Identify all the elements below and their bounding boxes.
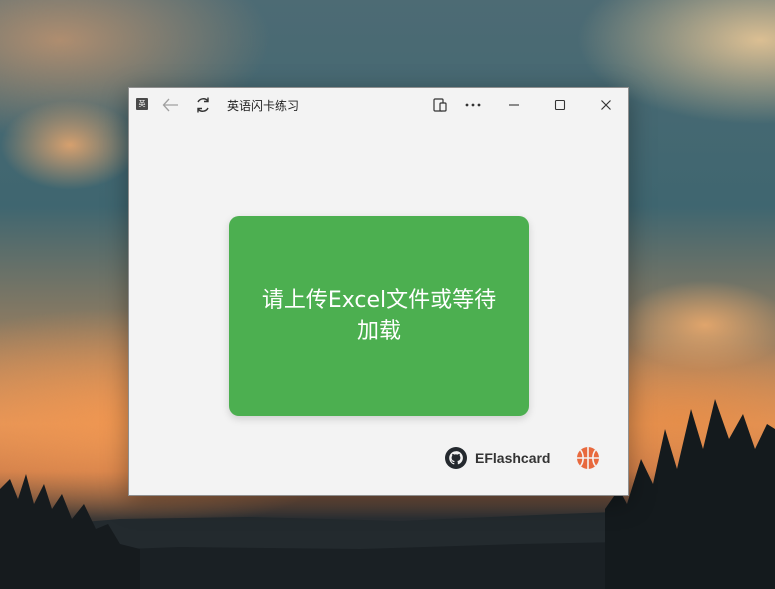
extension-icon [433,97,447,112]
reload-button[interactable] [191,88,215,121]
minimize-button[interactable] [499,88,529,121]
close-button[interactable] [591,88,621,121]
app-icon: 英 [136,98,148,110]
minimize-icon [509,103,519,106]
close-icon [601,99,611,110]
app-content: 请上传Excel文件或等待加载 EFlashcard [129,121,628,495]
desktop-cloud [0,100,140,190]
back-button[interactable] [159,88,183,121]
more-button[interactable] [459,88,487,121]
upload-card[interactable]: 请上传Excel文件或等待加载 [229,216,529,416]
maximize-icon [554,99,566,110]
more-icon [465,103,481,106]
refresh-icon [197,97,209,112]
footer: EFlashcard [444,446,599,470]
window-title: 英语闪卡练习 [227,99,300,113]
github-icon[interactable] [444,446,468,470]
desktop-trees [0,474,140,589]
desktop-trees [605,399,775,589]
arrow-left-icon [162,98,178,111]
desktop-cloud [620,280,775,370]
basketball-icon[interactable] [576,446,600,470]
maximize-button[interactable] [545,88,575,121]
extension-button[interactable] [426,88,454,121]
brand-link[interactable]: EFlashcard [475,450,550,466]
app-window: 英 英语闪卡练习 请上传Excel文件或等待加载 EFlashcard [128,87,629,496]
title-bar[interactable]: 英 英语闪卡练习 [129,88,628,121]
upload-message: 请上传Excel文件或等待加载 [261,288,497,344]
